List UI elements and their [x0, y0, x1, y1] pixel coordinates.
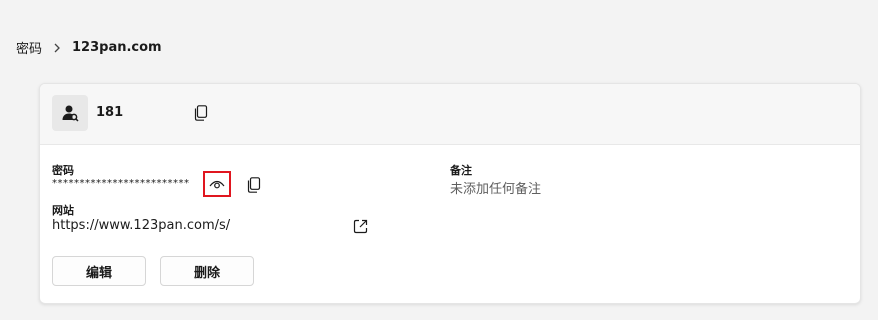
- delete-button[interactable]: 删除: [160, 256, 254, 286]
- breadcrumb-current: 123pan.com: [72, 40, 162, 55]
- copy-icon[interactable]: [190, 102, 212, 124]
- password-value: *************************: [52, 178, 190, 189]
- breadcrumb-parent[interactable]: 密码: [16, 38, 42, 57]
- card-header: 181: [40, 84, 860, 145]
- note-value: 未添加任何备注: [450, 182, 542, 197]
- chevron-right-icon: [48, 43, 66, 53]
- eye-icon: [209, 178, 225, 190]
- password-detail-page: 密码 123pan.com 181 密码 *******************…: [0, 0, 878, 320]
- website-url: https://www.123pan.com/s/: [52, 218, 231, 233]
- edit-button[interactable]: 编辑: [52, 256, 146, 286]
- open-website-button[interactable]: [349, 215, 371, 237]
- reveal-password-button[interactable]: [203, 171, 231, 197]
- open-external-icon: [353, 219, 368, 234]
- credential-card: 181 密码 ************************* 网站 http…: [39, 83, 861, 304]
- user-key-icon: [52, 95, 88, 131]
- password-label: 密码: [52, 164, 74, 177]
- copy-password-button[interactable]: [243, 174, 265, 196]
- website-label: 网站: [52, 204, 74, 217]
- copy-icon: [247, 177, 261, 193]
- breadcrumb: 密码 123pan.com: [16, 38, 162, 57]
- note-label: 备注: [450, 164, 472, 177]
- account-name: 181: [96, 105, 124, 120]
